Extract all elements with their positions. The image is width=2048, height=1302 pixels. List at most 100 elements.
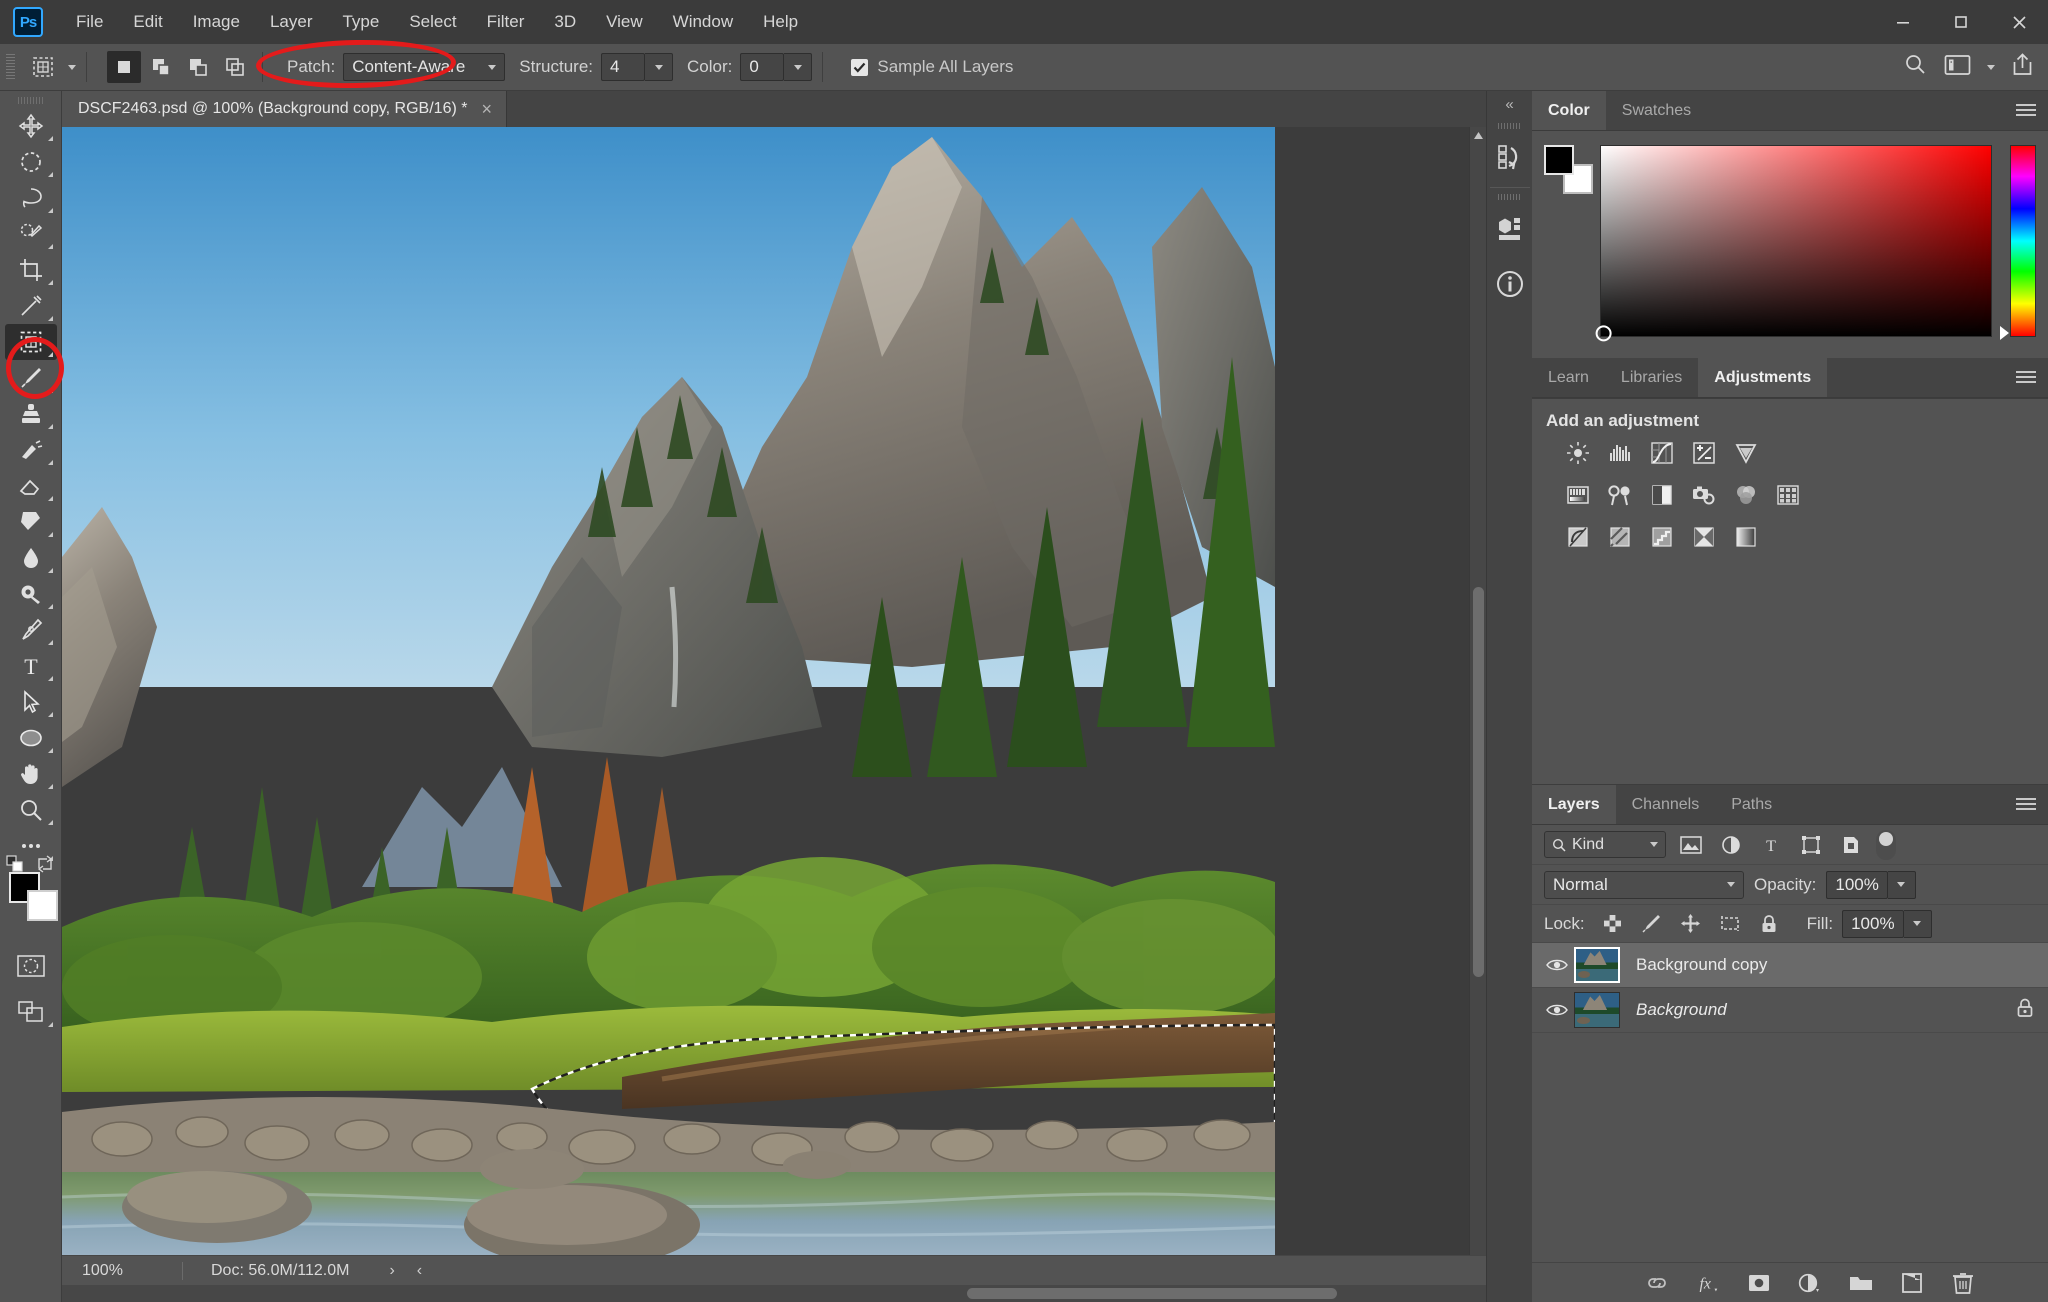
close-icon[interactable] (1990, 0, 2048, 44)
menu-item-window[interactable]: Window (658, 0, 748, 44)
minimize-icon[interactable] (1874, 0, 1932, 44)
tab-adjustments[interactable]: Adjustments (1698, 358, 1828, 397)
menu-item-help[interactable]: Help (748, 0, 813, 44)
add-to-selection-button[interactable] (144, 51, 178, 83)
tab-layers[interactable]: Layers (1532, 785, 1616, 824)
layer-thumbnail[interactable] (1574, 992, 1620, 1028)
color-panel-foreground-swatch[interactable] (1544, 145, 1574, 175)
color-chevron-icon[interactable] (784, 53, 813, 81)
blur-tool[interactable] (5, 540, 57, 576)
opacity-value[interactable]: 100% (1826, 870, 1888, 899)
structure-chevron-icon[interactable] (645, 53, 673, 81)
color-lookup-icon[interactable] (1774, 481, 1802, 509)
menu-item-select[interactable]: Select (394, 0, 471, 44)
adjustments-panel-menu-button[interactable] (2016, 358, 2036, 398)
gradient-map-icon[interactable] (1690, 523, 1718, 551)
table-row[interactable]: Background (1532, 988, 2048, 1033)
document-size[interactable]: Doc: 56.0M/112.0M (183, 1262, 349, 1280)
horizontal-scroll-thumb[interactable] (967, 1288, 1337, 1299)
zoom-tool[interactable] (5, 792, 57, 828)
path-selection-tool[interactable] (5, 684, 57, 720)
clone-stamp-tool[interactable] (5, 396, 57, 432)
layer-thumbnail[interactable] (1574, 947, 1620, 983)
lasso-tool[interactable] (5, 180, 57, 216)
opacity-stepper[interactable]: 100% (1826, 870, 1916, 899)
tool-preset-chevron-icon[interactable] (68, 64, 76, 70)
levels-icon[interactable] (1606, 439, 1634, 467)
patch-mode-dropdown[interactable]: Content-Aware (343, 53, 506, 81)
color-value[interactable]: 0 (740, 53, 785, 81)
layer-name[interactable]: Background copy (1636, 955, 1767, 975)
table-row[interactable]: Background copy (1532, 943, 2048, 988)
lock-all-icon[interactable] (1754, 911, 1784, 937)
tab-channels[interactable]: Channels (1615, 785, 1716, 824)
history-brush-tool[interactable] (5, 432, 57, 468)
fill-value[interactable]: 100% (1842, 909, 1904, 938)
maximize-icon[interactable] (1932, 0, 1990, 44)
menu-item-view[interactable]: View (591, 0, 658, 44)
tab-learn[interactable]: Learn (1532, 358, 1605, 397)
color-field[interactable] (1595, 145, 1992, 342)
channel-mixer-icon[interactable] (1732, 481, 1760, 509)
hue-saturation-icon[interactable] (1564, 481, 1592, 509)
color-stepper[interactable]: 0 (740, 53, 813, 81)
move-tool[interactable] (5, 108, 57, 144)
new-selection-button[interactable] (107, 51, 141, 83)
structure-value[interactable]: 4 (601, 53, 645, 81)
opacity-chevron-icon[interactable] (1887, 870, 1916, 899)
menu-item-image[interactable]: Image (178, 0, 255, 44)
brush-tool[interactable] (5, 360, 57, 396)
filter-pixel-icon[interactable] (1676, 832, 1706, 858)
intersect-with-selection-button[interactable] (218, 51, 252, 83)
gradient-tool[interactable] (5, 504, 57, 540)
info-icon[interactable] (1487, 256, 1533, 312)
layer-name[interactable]: Background (1636, 1000, 1727, 1020)
hue-slider-marker[interactable] (2000, 326, 2009, 340)
patch-tool[interactable] (4, 324, 57, 360)
filter-type-icon[interactable]: T (1756, 832, 1786, 858)
vibrance-icon[interactable] (1732, 439, 1760, 467)
lock-transparent-pixels-icon[interactable] (1598, 911, 1628, 937)
options-bar-grip[interactable] (6, 54, 15, 80)
blend-mode-dropdown[interactable]: Normal (1544, 870, 1744, 899)
layer-visibility-icon[interactable] (1540, 1002, 1574, 1018)
menu-item-layer[interactable]: Layer (255, 0, 328, 44)
new-fill-adjustment-icon[interactable] (1797, 1270, 1823, 1296)
eraser-tool[interactable] (5, 468, 57, 504)
pen-tool[interactable] (5, 612, 57, 648)
tab-swatches[interactable]: Swatches (1605, 91, 1708, 130)
patch-tool-icon[interactable] (23, 50, 63, 84)
vertical-scroll-thumb[interactable] (1473, 587, 1484, 977)
tools-panel-grip[interactable] (17, 97, 44, 104)
filter-toggle[interactable] (1876, 829, 1896, 860)
color-panel-menu-button[interactable] (2016, 91, 2036, 131)
curves-icon[interactable] (1648, 439, 1676, 467)
invert-icon[interactable] (1564, 523, 1592, 551)
screen-mode-icon[interactable] (5, 994, 57, 1030)
lock-artboard-nesting-icon[interactable] (1715, 911, 1745, 937)
selective-color-icon[interactable] (1732, 523, 1760, 551)
color-field-marker[interactable] (1595, 325, 1612, 342)
lock-image-pixels-icon[interactable] (1637, 911, 1667, 937)
tab-paths[interactable]: Paths (1715, 785, 1789, 824)
filter-shape-icon[interactable] (1796, 832, 1826, 858)
document-tab-close-icon[interactable]: × (481, 100, 492, 118)
color-balance-icon[interactable] (1606, 481, 1634, 509)
properties-icon[interactable] (1487, 200, 1533, 256)
black-and-white-icon[interactable] (1648, 481, 1676, 509)
chevron-down-icon[interactable] (1987, 64, 1995, 70)
share-icon[interactable] (2011, 52, 2034, 82)
menu-item-type[interactable]: Type (327, 0, 394, 44)
status-collapse-icon[interactable]: ‹ (417, 1262, 422, 1280)
hand-tool[interactable] (5, 756, 57, 792)
link-layers-icon[interactable] (1644, 1270, 1670, 1296)
eyedropper-tool[interactable] (5, 288, 57, 324)
canvas-horizontal-scrollbar[interactable] (62, 1285, 1486, 1302)
new-group-icon[interactable] (1848, 1270, 1874, 1296)
sample-all-layers-checkbox[interactable]: Sample All Layers (851, 57, 1013, 77)
quick-selection-tool[interactable] (5, 216, 57, 252)
canvas-viewport[interactable] (62, 127, 1486, 1272)
dodge-tool[interactable] (5, 576, 57, 612)
subtract-from-selection-button[interactable] (181, 51, 215, 83)
threshold-icon[interactable] (1648, 523, 1676, 551)
